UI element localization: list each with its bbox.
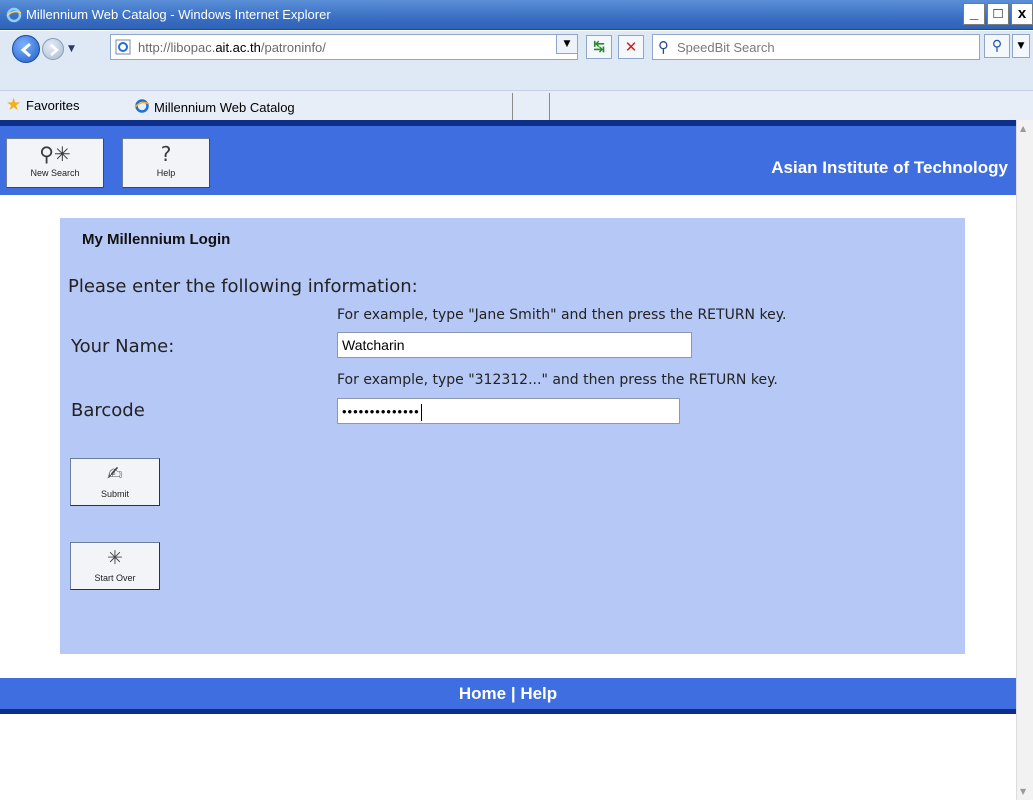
login-title: My Millennium Login [82, 231, 231, 248]
submit-button[interactable]: ✍ Submit [70, 458, 160, 506]
login-intro: Please enter the following information: [68, 276, 418, 297]
start-over-button[interactable]: ✳ Start Over [70, 542, 160, 590]
name-label: Your Name: [71, 336, 175, 357]
search-placeholder: SpeedBit Search [677, 40, 775, 55]
org-name: Asian Institute of Technology [771, 158, 1008, 177]
ie-icon [6, 7, 22, 23]
help-icon: ? [160, 142, 172, 166]
address-text: http://libopac.ait.ac.th/patroninfo/ [138, 40, 326, 55]
address-dropdown-button[interactable]: ▼ [556, 34, 578, 54]
favorites-star-icon[interactable]: ★ [6, 95, 21, 115]
arrow-left-icon [20, 42, 31, 58]
name-input[interactable]: Watcharin [337, 332, 692, 358]
new-search-button[interactable]: ⚲✳ New Search [6, 138, 104, 188]
scroll-down-icon[interactable]: ▼ [1020, 787, 1026, 796]
new-search-label: New Search [30, 168, 80, 178]
footer-band: Home | Help [0, 678, 1016, 714]
browser-tab[interactable]: Millennium Web Catalog [128, 93, 512, 121]
back-button[interactable] [12, 35, 40, 63]
window-titlebar: Millennium Web Catalog - Windows Interne… [0, 0, 1033, 30]
forward-button[interactable] [42, 38, 64, 60]
vertical-scrollbar[interactable]: ▲ ▼ [1016, 120, 1033, 800]
footer-links: Home | Help [459, 684, 557, 703]
page-content: ⚲✳ New Search ? Help Asian Institute of … [0, 120, 1016, 800]
barcode-hint: For example, type "312312..." and then p… [337, 372, 778, 388]
name-value: Watcharin [342, 337, 405, 353]
close-button[interactable]: x [1011, 3, 1033, 25]
arrow-right-icon [50, 44, 59, 56]
ie-page-icon [115, 39, 131, 55]
search-options-dropdown[interactable]: ▼ [1012, 34, 1030, 58]
name-hint: For example, type "Jane Smith" and then … [337, 307, 787, 323]
barcode-input[interactable]: •••••••••••••• [337, 398, 680, 424]
ie-icon [134, 99, 150, 113]
start-over-label: Start Over [94, 573, 136, 583]
header-band: ⚲✳ New Search ? Help Asian Institute of … [0, 120, 1016, 195]
minimize-button[interactable]: _ [963, 3, 985, 25]
window-controls: _ □ x [963, 3, 1033, 27]
text-caret [420, 403, 422, 421]
window-title: Millennium Web Catalog - Windows Interne… [26, 7, 331, 22]
sparkle-icon: ✳ [107, 547, 123, 569]
footer-separator: | [510, 684, 516, 703]
favorites-bar: ★ Favorites Millennium Web Catalog [0, 90, 1033, 121]
tab-title: Millennium Web Catalog [154, 100, 295, 115]
new-tab-button[interactable] [512, 93, 550, 121]
stop-button[interactable]: ✕ [618, 35, 644, 59]
scroll-up-icon[interactable]: ▲ [1020, 124, 1026, 133]
search-input[interactable]: ⚲ SpeedBit Search [652, 34, 980, 60]
search-icon: ⚲ [658, 38, 669, 56]
search-go-button[interactable]: ⚲ [984, 34, 1010, 58]
footer-home-link[interactable]: Home [459, 684, 506, 703]
help-button[interactable]: ? Help [122, 138, 210, 188]
history-dropdown-icon[interactable]: ▼ [68, 44, 75, 54]
refresh-button[interactable]: ↹ [586, 35, 612, 59]
barcode-label: Barcode [71, 400, 145, 421]
submit-icon: ✍ [107, 463, 123, 485]
help-label: Help [156, 168, 176, 178]
maximize-button[interactable]: □ [987, 3, 1009, 25]
address-input[interactable]: http://libopac.ait.ac.th/patroninfo/ [110, 34, 578, 60]
address-toolbar: ▼ http://libopac.ait.ac.th/patroninfo/ ▼… [0, 31, 1033, 90]
barcode-masked-value: •••••••••••••• [342, 404, 420, 419]
footer-help-link[interactable]: Help [520, 684, 557, 703]
login-panel: My Millennium Login Please enter the fol… [60, 218, 965, 654]
favorites-button[interactable]: Favorites [26, 98, 79, 113]
magnifier-sparkle-icon: ⚲✳ [39, 142, 71, 166]
submit-label: Submit [100, 489, 129, 499]
